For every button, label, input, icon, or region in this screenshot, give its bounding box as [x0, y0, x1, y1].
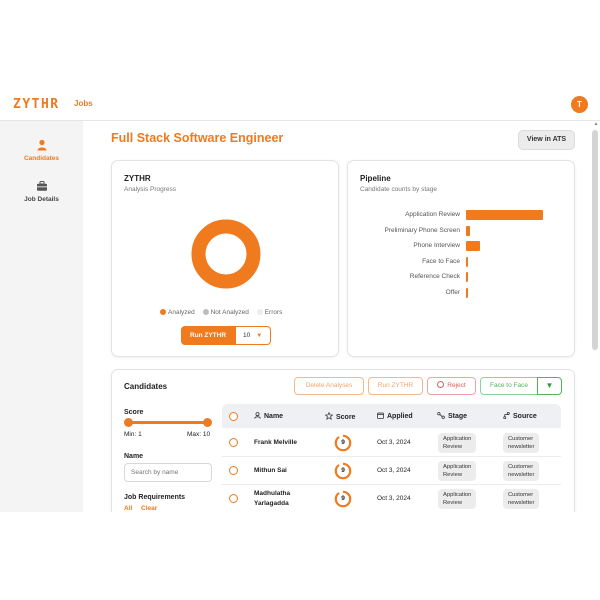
donut-legend: Analyzed Not Analyzed Errors: [160, 309, 288, 316]
scroll-up-icon[interactable]: ▲: [592, 121, 600, 127]
column-name[interactable]: Name: [254, 412, 283, 420]
candidates-title: Candidates: [124, 382, 168, 391]
applied-date: Oct 3, 2024: [377, 439, 411, 446]
stage-chip: Application Review: [438, 461, 477, 481]
source-chip: Customer newsletter: [503, 433, 540, 453]
reject-icon: [437, 381, 445, 388]
nav-jobs-link[interactable]: Jobs: [74, 99, 93, 108]
legend-not-analyzed: Not Analyzed: [202, 309, 251, 316]
pipeline-title: Pipeline: [360, 174, 391, 183]
briefcase-icon: [36, 180, 47, 191]
page-title: Full Stack Software Engineer: [111, 131, 284, 145]
score-slider-track[interactable]: [128, 421, 207, 424]
legend-dot-icon: [160, 309, 166, 316]
pipeline-stage-label: Offer: [445, 288, 460, 296]
legend-dot-icon: [256, 309, 263, 316]
caret-down-icon: ▼: [256, 333, 263, 339]
score-min-value: Min: 1: [124, 431, 142, 438]
pipeline-stage-label: Application Review: [405, 211, 460, 218]
top-header: ZYTHR Jobs T: [0, 88, 600, 121]
pipeline-stage-label: Phone Interview: [413, 242, 460, 249]
sidebar-item-candidates[interactable]: Candidates: [0, 139, 83, 162]
candidate-name[interactable]: Frank Melville: [254, 438, 297, 448]
stage-icon: [437, 412, 445, 419]
name-search-input[interactable]: [124, 463, 212, 482]
pipeline-bar[interactable]: [466, 272, 468, 282]
sidebar-item-job-details[interactable]: Job Details: [0, 180, 83, 203]
applied-date: Oct 3, 2024: [377, 467, 411, 474]
star-icon: [324, 411, 334, 420]
run-count-value: 10: [243, 332, 251, 339]
view-in-ats-button[interactable]: View in ATS: [518, 130, 575, 150]
progress-donut: 100%: [190, 218, 262, 290]
person-icon: [254, 412, 261, 419]
move-to-face-to-face-button[interactable]: Face to Face: [480, 377, 538, 395]
user-avatar[interactable]: T: [571, 96, 588, 113]
reject-button[interactable]: Reject: [427, 377, 476, 395]
job-requirements-label: Job Requirements: [124, 494, 186, 501]
row-select-radio[interactable]: [229, 466, 238, 475]
requirements-clear-link[interactable]: Clear: [141, 505, 157, 512]
run-zythr-group: Run ZYTHR 10 ▼: [181, 326, 271, 345]
progress-percent: 100%: [212, 248, 240, 260]
score-value: 9: [341, 467, 345, 474]
row-select-radio[interactable]: [229, 438, 238, 447]
analysis-card-title: ZYTHR: [124, 174, 151, 183]
legend-analyzed: Analyzed: [160, 309, 197, 316]
legend-dot-icon: [202, 309, 209, 316]
stage-dropdown-button[interactable]: ▼: [537, 377, 562, 395]
score-max-value: Max: 10: [187, 431, 211, 438]
pipeline-stage-label: Preliminary Phone Screen: [384, 226, 460, 234]
pipeline-stage-label: Face to Face: [422, 257, 460, 265]
app-logo[interactable]: ZYTHR: [13, 97, 60, 112]
run-count-select[interactable]: 10 ▼: [235, 326, 271, 345]
select-all-radio[interactable]: [229, 412, 238, 421]
page-scrollbar[interactable]: [592, 130, 598, 350]
column-applied[interactable]: Applied: [377, 412, 413, 420]
source-chip: Customer newsletter: [503, 489, 540, 509]
delete-analyses-button[interactable]: Delete Analyses: [294, 377, 364, 395]
app-viewport: ZYTHR Jobs T Candidates Job Details Full…: [0, 88, 600, 512]
candidates-table-header: Name Score Applied Stage Source: [222, 404, 561, 428]
score-slider-min-handle[interactable]: [124, 418, 133, 427]
pipeline-card: Pipeline Candidate counts by stage Appli…: [347, 160, 575, 357]
pipeline-bar[interactable]: [466, 225, 470, 236]
score-value: 9: [341, 439, 345, 446]
pipeline-stage-label: Reference Check: [409, 273, 460, 280]
score-value: 9: [341, 495, 345, 502]
run-zythr-button[interactable]: Run ZYTHR: [181, 326, 235, 345]
sidebar-item-label: Job Details: [24, 196, 59, 203]
pipeline-bar[interactable]: [466, 256, 468, 267]
pipeline-bar[interactable]: [466, 210, 543, 220]
candidate-name[interactable]: Madhulatha Yarlagadda: [254, 489, 314, 509]
pipeline-bar[interactable]: [466, 287, 468, 298]
pipeline-bar[interactable]: [466, 241, 480, 251]
score-slider-max-handle[interactable]: [203, 418, 212, 427]
legend-errors: Errors: [256, 309, 282, 316]
row-divider: [222, 484, 561, 485]
column-stage[interactable]: Stage: [437, 412, 467, 420]
stage-chip: Application Review: [438, 433, 477, 453]
row-divider: [222, 456, 561, 457]
requirements-all-link[interactable]: All: [124, 505, 132, 512]
row-select-radio[interactable]: [229, 494, 238, 503]
candidate-name[interactable]: Mithun Sai: [254, 466, 287, 476]
applied-date: Oct 3, 2024: [377, 495, 411, 502]
run-zythr-selected-button[interactable]: Run ZYTHR: [368, 377, 423, 395]
sidebar-item-label: Candidates: [23, 155, 60, 162]
sidebar: Candidates Job Details: [0, 121, 83, 512]
column-source[interactable]: Source: [503, 411, 537, 420]
column-score[interactable]: Score: [324, 411, 355, 421]
calendar-icon: [377, 412, 384, 419]
source-chip: Customer newsletter: [503, 461, 540, 481]
branch-icon: [503, 411, 510, 420]
pipeline-subtitle: Candidate counts by stage: [360, 186, 437, 193]
person-icon: [37, 139, 46, 151]
analysis-card: ZYTHR Analysis Progress 100% Analyzed No…: [111, 160, 339, 357]
analysis-card-subtitle: Analysis Progress: [124, 186, 177, 193]
name-filter-label: Name: [124, 453, 144, 460]
score-filter-label: Score: [124, 409, 144, 416]
stage-chip: Application Review: [438, 489, 477, 509]
